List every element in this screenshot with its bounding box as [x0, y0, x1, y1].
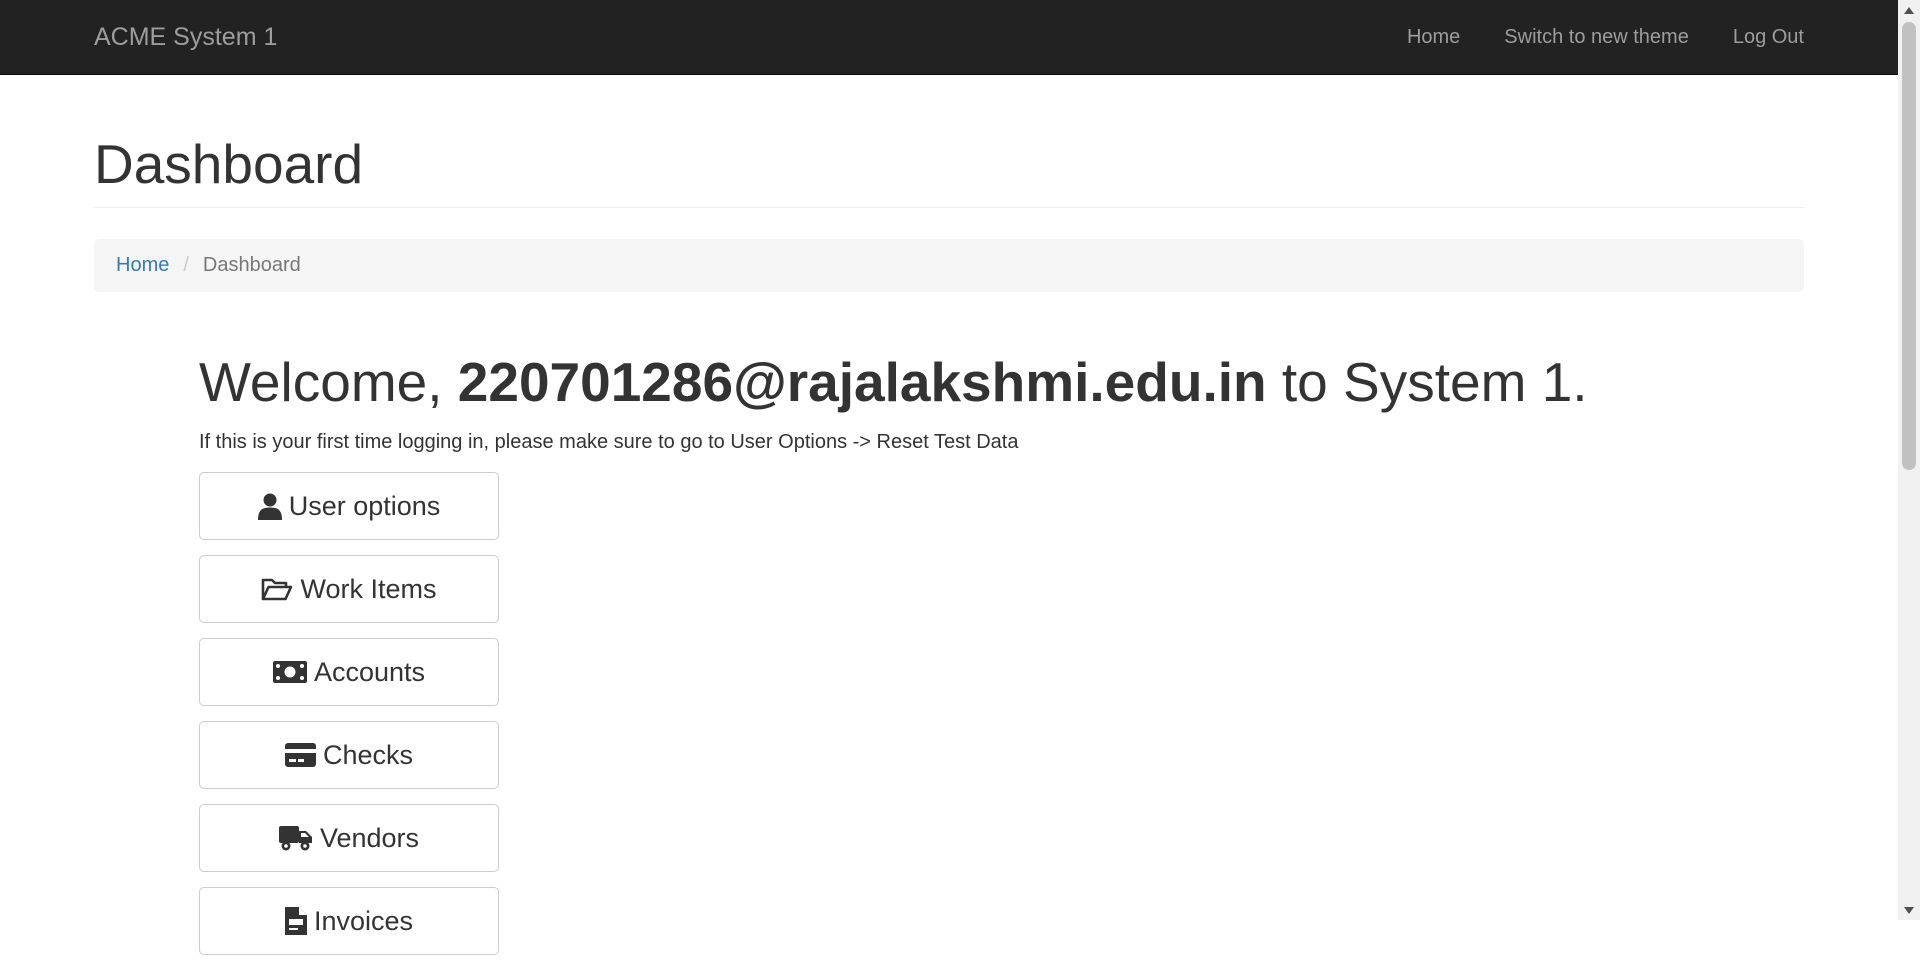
first-login-hint: If this is your first time logging in, p…: [199, 431, 1019, 453]
invoices-button[interactable]: Invoices: [199, 887, 499, 955]
accounts-button[interactable]: Accounts: [199, 638, 499, 706]
nav-logout-link[interactable]: Log Out: [1711, 0, 1804, 75]
nav-switch-theme-link[interactable]: Switch to new theme: [1482, 0, 1711, 75]
scroll-down-arrow-icon[interactable]: [1898, 900, 1920, 920]
welcome-prefix: Welcome,: [199, 351, 458, 413]
user-icon: [257, 493, 282, 520]
page-scrollbar[interactable]: [1898, 0, 1920, 920]
header-divider: [94, 207, 1804, 208]
checks-label: Checks: [322, 739, 414, 770]
work-items-label: Work Items: [300, 573, 437, 604]
welcome-suffix: to System 1.: [1266, 351, 1588, 413]
scrollbar-thumb[interactable]: [1902, 22, 1916, 470]
truck-icon: [278, 824, 313, 852]
user-options-button[interactable]: User options: [199, 472, 499, 540]
page-title: Dashboard: [94, 133, 364, 195]
folder-open-icon: [261, 577, 293, 602]
file-invoice-icon: [284, 907, 307, 935]
user-options-label: User options: [288, 490, 441, 521]
scroll-up-arrow-icon[interactable]: [1898, 0, 1920, 20]
breadcrumb-current: Dashboard: [202, 254, 301, 276]
brand-link[interactable]: ACME System 1: [94, 0, 277, 75]
accounts-label: Accounts: [313, 656, 426, 687]
vendors-button[interactable]: Vendors: [199, 804, 499, 872]
nav-links: Home Switch to new theme Log Out: [1385, 0, 1804, 75]
checks-button[interactable]: Checks: [199, 721, 499, 789]
welcome-heading: Welcome, 220701286@rajalakshmi.edu.in to…: [199, 348, 1588, 416]
breadcrumb-separator: /: [183, 254, 189, 276]
money-bill-icon: [272, 661, 307, 683]
dashboard-menu: User options Work Items Accounts Checks …: [199, 472, 499, 970]
work-items-button[interactable]: Work Items: [199, 555, 499, 623]
credit-card-icon: [284, 743, 316, 767]
breadcrumb-home-link[interactable]: Home: [116, 254, 169, 277]
invoices-label: Invoices: [313, 905, 414, 936]
top-navbar: ACME System 1 Home Switch to new theme L…: [0, 0, 1898, 75]
welcome-user: 220701286@rajalakshmi.edu.in: [457, 351, 1267, 413]
vendors-label: Vendors: [319, 822, 420, 853]
breadcrumb: Home / Dashboard: [94, 239, 1804, 292]
nav-home-link[interactable]: Home: [1385, 0, 1482, 75]
